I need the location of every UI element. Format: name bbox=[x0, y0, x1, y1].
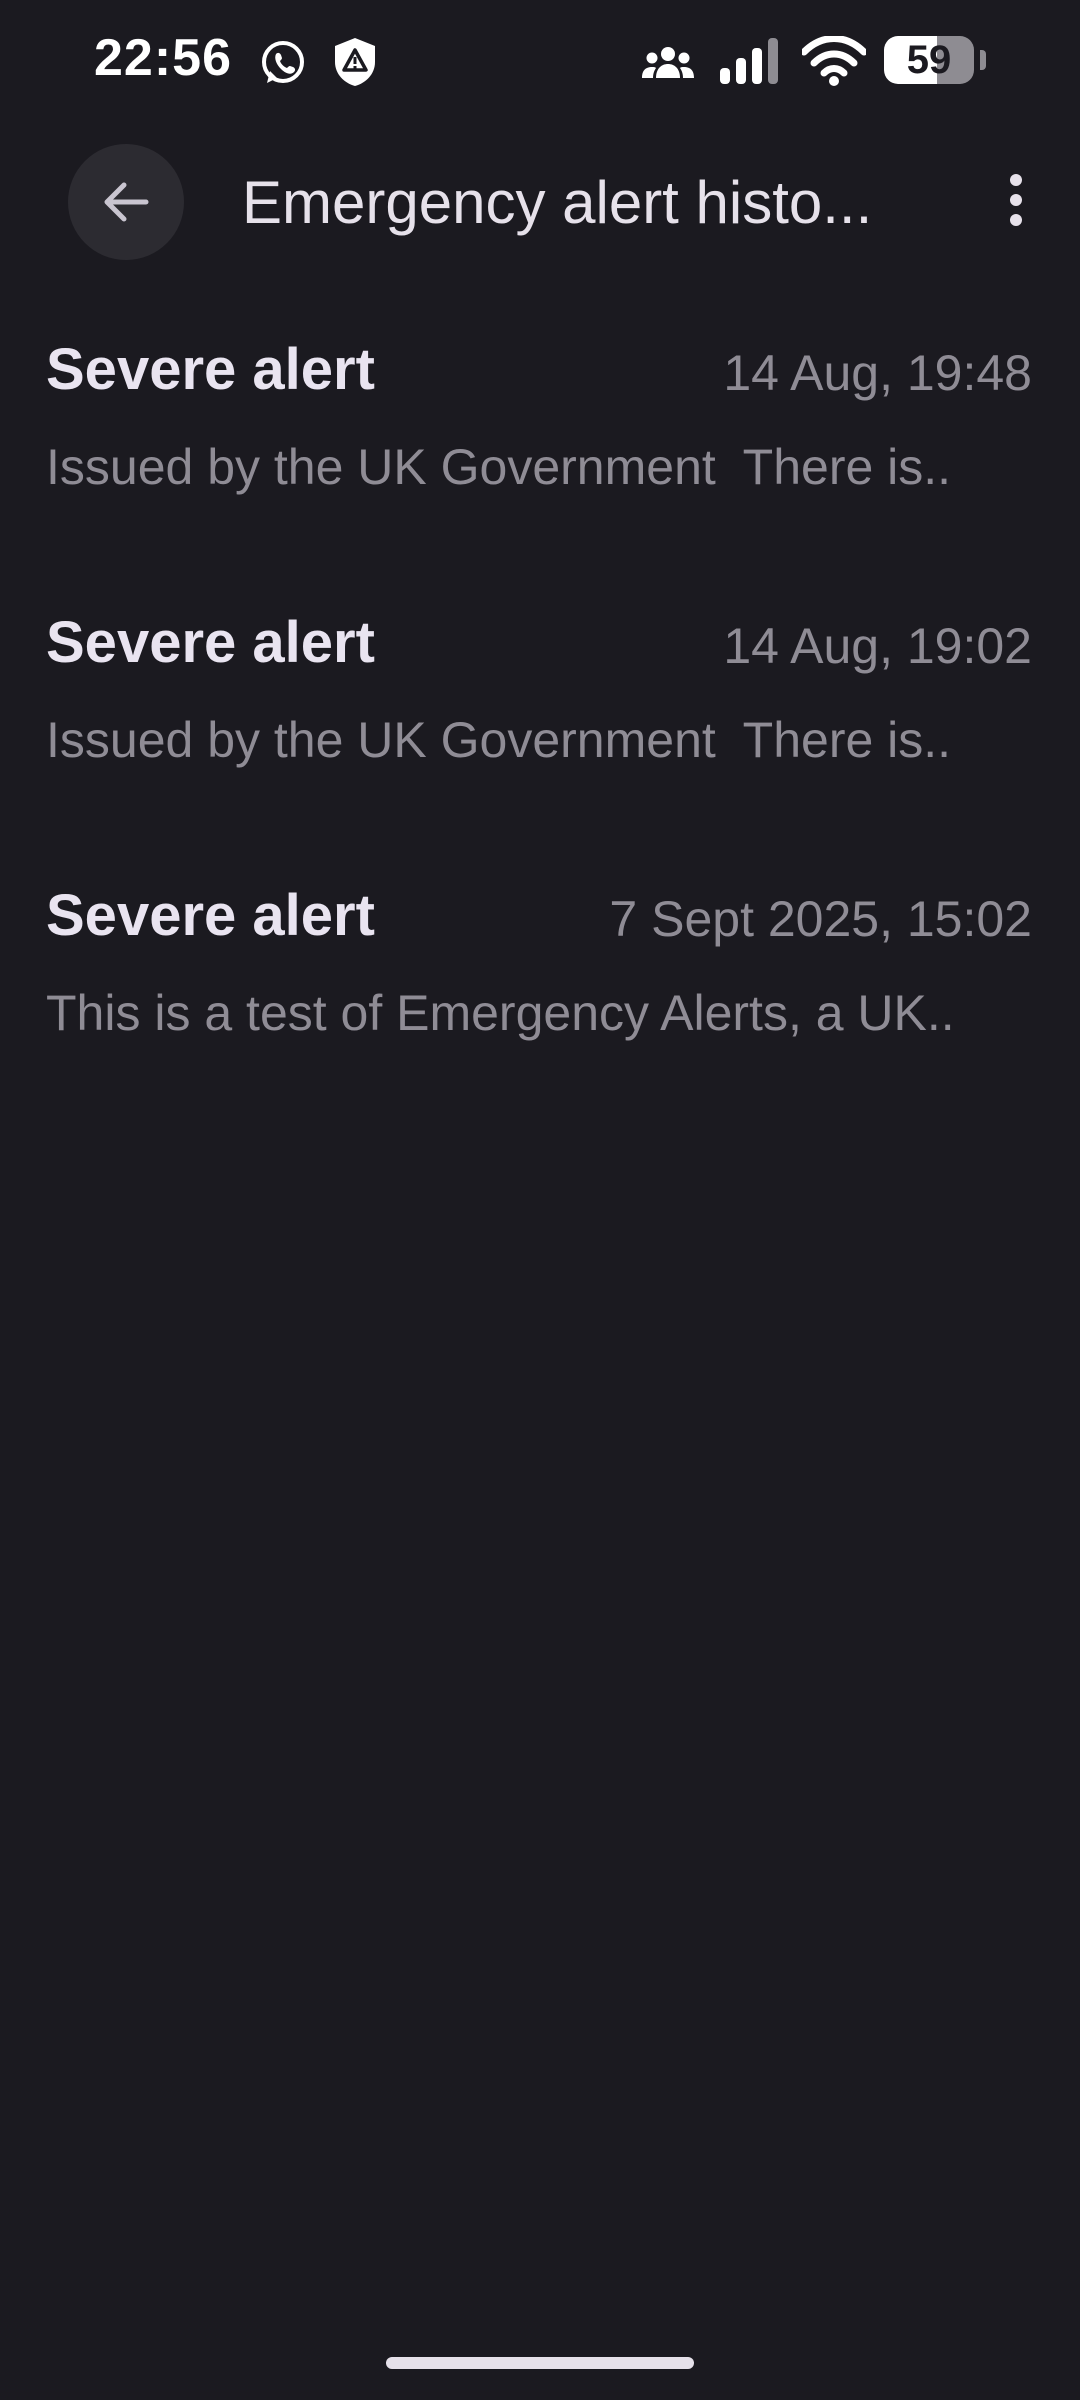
page-title: Emergency alert histo... bbox=[242, 169, 873, 236]
alert-title: Severe alert bbox=[46, 610, 375, 675]
alert-list-item[interactable]: Severe alert 7 Sept 2025, 15:02 This is … bbox=[0, 846, 1080, 1119]
alert-title: Severe alert bbox=[46, 337, 375, 402]
alert-timestamp: 14 Aug, 19:48 bbox=[723, 345, 1032, 401]
battery-body: 59 bbox=[884, 36, 974, 84]
alert-timestamp: 7 Sept 2025, 15:02 bbox=[609, 891, 1032, 947]
battery-cap bbox=[980, 50, 986, 70]
gesture-nav-handle[interactable] bbox=[386, 2357, 694, 2369]
alert-list-item[interactable]: Severe alert 14 Aug, 19:48 Issued by the… bbox=[0, 300, 1080, 573]
more-options-button[interactable] bbox=[984, 160, 1048, 240]
alert-shield-icon bbox=[335, 38, 375, 86]
more-vert-icon bbox=[1010, 174, 1022, 226]
alert-list-item[interactable]: Severe alert 14 Aug, 19:02 Issued by the… bbox=[0, 573, 1080, 846]
battery-level: 59 bbox=[906, 38, 952, 82]
people-icon bbox=[642, 47, 694, 78]
alert-preview: Issued by the UK Government There is.. bbox=[46, 712, 952, 768]
app-bar: Emergency alert histo... bbox=[0, 140, 1080, 260]
status-bar: 22:56 59 bbox=[0, 0, 1080, 120]
alert-title: Severe alert bbox=[46, 883, 375, 948]
signal-icon bbox=[720, 38, 778, 84]
back-button[interactable] bbox=[68, 144, 184, 260]
whatsapp-icon bbox=[262, 41, 304, 83]
alert-preview: This is a test of Emergency Alerts, a UK… bbox=[46, 985, 955, 1041]
battery-icon: 59 bbox=[884, 36, 986, 86]
alert-preview: Issued by the UK Government There is.. bbox=[46, 439, 952, 495]
alert-timestamp: 14 Aug, 19:02 bbox=[723, 618, 1032, 674]
wifi-icon bbox=[802, 36, 866, 86]
status-time: 22:56 bbox=[94, 29, 232, 87]
arrow-back-icon bbox=[104, 182, 149, 222]
alert-list: Severe alert 14 Aug, 19:48 Issued by the… bbox=[0, 300, 1080, 1119]
